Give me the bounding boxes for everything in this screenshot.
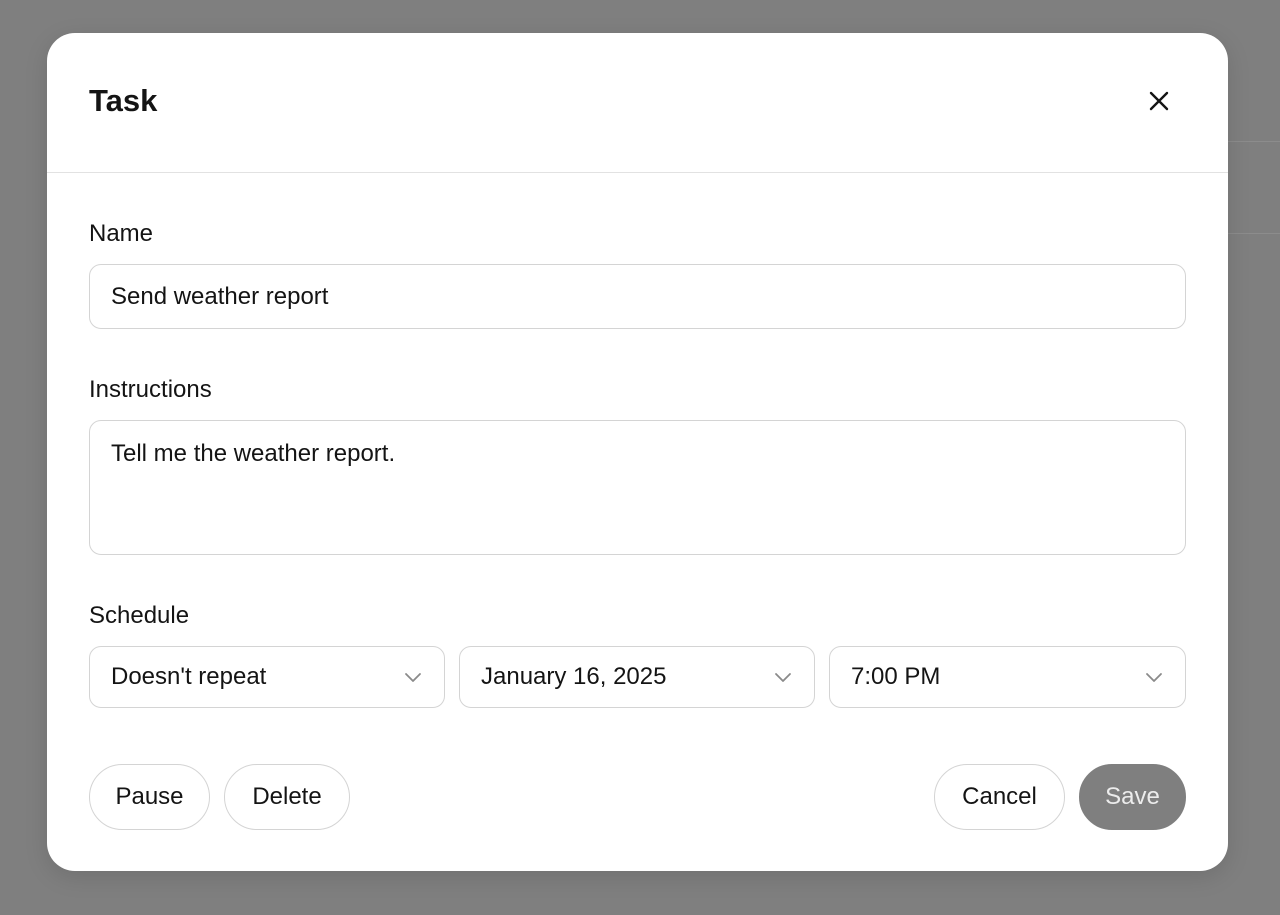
date-select[interactable]: January 16, 2025 — [459, 646, 815, 708]
close-icon — [1149, 91, 1169, 111]
name-label: Name — [89, 220, 154, 247]
close-button[interactable] — [1141, 83, 1177, 119]
instructions-textarea[interactable]: Tell me the weather report. — [89, 420, 1186, 555]
cancel-button[interactable]: Cancel — [934, 764, 1065, 830]
repeat-select[interactable]: Doesn't repeat — [89, 646, 445, 708]
name-input[interactable] — [89, 264, 1186, 329]
delete-button[interactable]: Delete — [224, 764, 350, 830]
chevron-down-icon — [403, 667, 423, 687]
chevron-down-icon — [773, 667, 793, 687]
repeat-select-value: Doesn't repeat — [111, 663, 267, 690]
task-dialog: Task Name Instructions Tell me the weath… — [47, 33, 1228, 871]
background-divider — [1228, 233, 1280, 234]
dialog-title: Task — [89, 83, 158, 118]
dialog-header: Task — [47, 33, 1228, 173]
pause-button[interactable]: Pause — [89, 764, 210, 830]
date-select-value: January 16, 2025 — [481, 663, 667, 690]
instructions-label: Instructions — [89, 376, 212, 403]
chevron-down-icon — [1144, 667, 1164, 687]
save-button[interactable]: Save — [1079, 764, 1186, 830]
time-select-value: 7:00 PM — [851, 663, 941, 690]
time-select[interactable]: 7:00 PM — [829, 646, 1186, 708]
schedule-label: Schedule — [89, 602, 190, 629]
background-divider — [1228, 141, 1280, 142]
